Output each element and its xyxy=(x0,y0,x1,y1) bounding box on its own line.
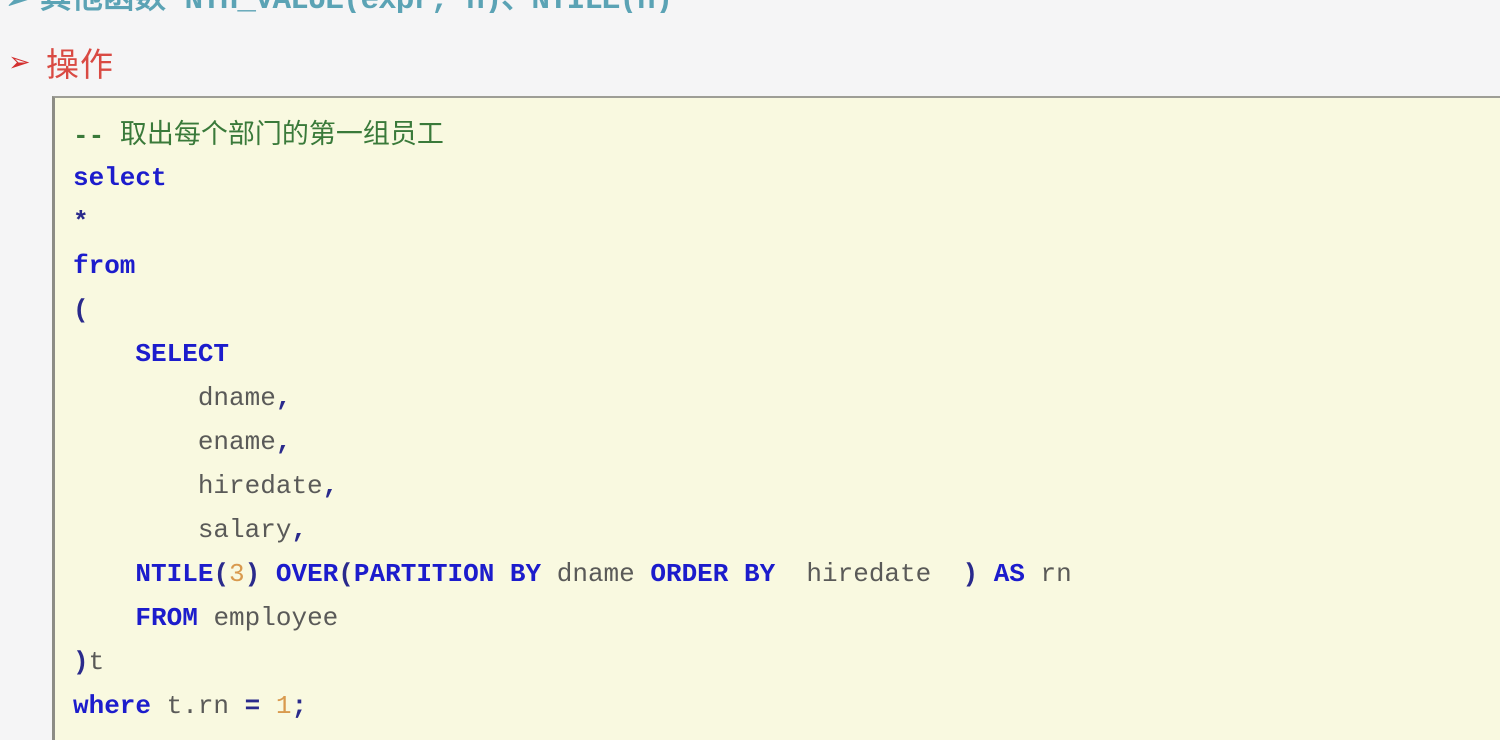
code-token-ident: hiredate xyxy=(806,559,932,589)
code-token-punct: , xyxy=(291,515,308,545)
code-token-punct: ; xyxy=(291,691,308,721)
section-title: 操作 xyxy=(46,46,114,83)
code-line: FROM employee xyxy=(73,596,1500,640)
code-token-num: 3 xyxy=(229,559,245,589)
code-line: ( xyxy=(73,288,1500,332)
code-token-kw: PARTITION BY xyxy=(353,559,542,589)
code-token-punct: , xyxy=(322,471,339,501)
code-token-comment-dash: -- xyxy=(73,121,105,151)
code-token-punct: , xyxy=(275,383,292,413)
code-token-kw: select xyxy=(73,163,167,193)
code-line: salary, xyxy=(73,508,1500,552)
section-heading: ➢ 操作 xyxy=(8,40,114,84)
code-line: )t xyxy=(73,640,1500,684)
code-token-kw: NTILE xyxy=(135,559,214,589)
code-token-punct: = xyxy=(244,691,261,721)
arrow-bullet-icon: ➢ xyxy=(8,46,31,78)
code-token-kw: ORDER BY xyxy=(650,559,776,589)
code-token-ident: hiredate xyxy=(197,471,323,501)
code-line: dname, xyxy=(73,376,1500,420)
code-token-punct: ( xyxy=(338,559,354,589)
code-token-punct: ( xyxy=(73,295,89,325)
code-block[interactable]: -- 取出每个部门的第一组员工 select * from ( SELECT dname… xyxy=(52,96,1500,740)
code-line: select xyxy=(73,156,1500,200)
code-token-punct: ) xyxy=(244,559,261,589)
code-token-punct: * xyxy=(73,207,89,237)
code-line: * xyxy=(73,200,1500,244)
code-content: -- 取出每个部门的第一组员工 select * from ( SELECT dname… xyxy=(55,98,1500,728)
code-token-ident: ename xyxy=(197,427,276,457)
code-line: from xyxy=(73,244,1500,288)
code-token-kw: OVER xyxy=(275,559,339,589)
top-heading-clipped: ➢ 其他函数 NTH_VALUE(expr, n)、NTILE(n) xyxy=(0,0,1500,13)
code-token-ident: rn xyxy=(1040,559,1072,589)
top-heading-line: ➢ 其他函数 NTH_VALUE(expr, n)、NTILE(n) xyxy=(0,0,1500,13)
code-token-punct: , xyxy=(275,427,292,457)
code-token-ident: salary xyxy=(197,515,292,545)
code-line: NTILE(3) OVER(PARTITION BY dname ORDER B… xyxy=(73,552,1500,596)
code-line: ename, xyxy=(73,420,1500,464)
code-token-ident: t xyxy=(88,647,105,677)
code-token-punct: ( xyxy=(213,559,230,589)
top-heading-cn-text: 其他函数 xyxy=(40,0,166,13)
code-token-ident: dname xyxy=(197,383,276,413)
code-token-kw: AS xyxy=(993,559,1025,589)
code-token-ident: t.rn xyxy=(166,691,230,721)
code-token-punct: ) xyxy=(73,647,89,677)
chevron-bullet-icon: ➢ xyxy=(6,0,28,13)
code-line: -- 取出每个部门的第一组员工 xyxy=(73,112,1500,156)
code-token-kw: FROM xyxy=(135,603,198,633)
code-line: SELECT xyxy=(73,332,1500,376)
top-heading-mono-text: NTH_VALUE(expr, n)、NTILE(n) xyxy=(185,0,674,13)
code-token-comment: 取出每个部门的第一组员工 xyxy=(119,119,444,149)
code-token-kw: where xyxy=(73,691,152,721)
code-line: where t.rn = 1; xyxy=(73,684,1500,728)
code-token-ident: dname xyxy=(556,559,635,589)
code-token-kw: from xyxy=(73,251,136,281)
code-token-kw: SELECT xyxy=(135,339,230,369)
code-token-num: 1 xyxy=(275,691,292,721)
code-line: hiredate, xyxy=(73,464,1500,508)
code-token-punct: ) xyxy=(962,559,979,589)
code-token-ident: employee xyxy=(213,603,339,633)
